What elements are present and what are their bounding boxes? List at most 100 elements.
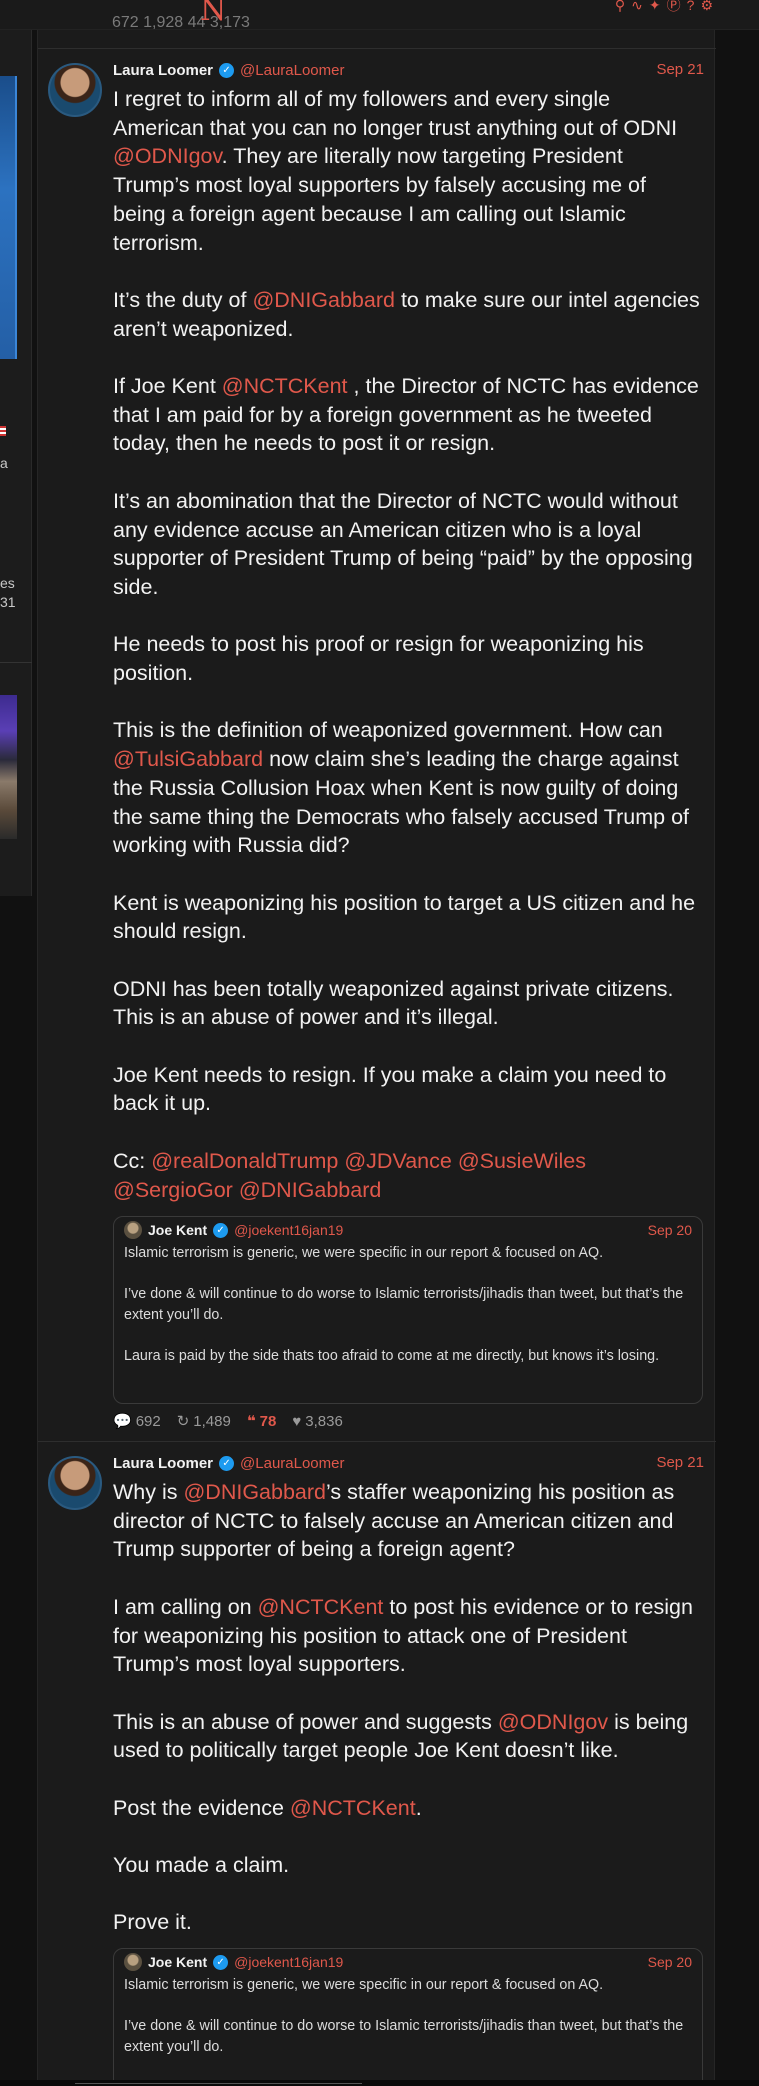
verified-icon: ✓ <box>213 1954 229 1970</box>
mention-link[interactable]: @NCTCKent <box>258 1595 384 1619</box>
post-date[interactable]: Sep 21 <box>656 1454 704 1471</box>
post-paragraph: Post the evidence @NCTCKent. <box>113 1795 422 1820</box>
mention-link[interactable]: @JDVance <box>344 1149 451 1173</box>
post-header: Laura Loomer ✓ @LauraLoomer <box>113 59 344 81</box>
quote-body: Islamic terrorism is generic, we were sp… <box>114 1243 702 1391</box>
sidebar-image[interactable] <box>0 76 17 359</box>
rss-icon[interactable]: ∿ <box>631 0 643 12</box>
quote-paragraph: Laura is paid by the side thats too afra… <box>124 1347 660 1364</box>
post-paragraph: This is an abuse of power and suggests @… <box>113 1709 689 1763</box>
post-stats: 💬 692 ↻ 1,489 ❝ 78 ♥ 3,836 <box>113 1411 343 1431</box>
quote-avatar[interactable] <box>124 1953 142 1971</box>
post-paragraph: I regret to inform all of my followers a… <box>113 87 678 255</box>
quote-header: Joe Kent ✓ @joekent16jan19 Sep 20 <box>114 1217 702 1243</box>
quoted-post[interactable]: Joe Kent ✓ @joekent16jan19 Sep 20 Islami… <box>113 1948 703 2086</box>
gear-icon[interactable]: ⚙ <box>700 0 713 12</box>
likes-stat[interactable]: ♥ 3,836 <box>292 1413 342 1430</box>
sidebar-text-fragment: 31 <box>0 594 16 610</box>
author-name[interactable]: Laura Loomer <box>113 62 213 79</box>
top-icons: ⚲ ∿ ✦ Ⓟ ? ⚙ <box>615 0 713 12</box>
mention-link[interactable]: @DNIGabbard <box>239 1178 382 1202</box>
avatar[interactable] <box>48 63 102 117</box>
mention-link[interactable]: @TulsiGabbard <box>113 747 263 771</box>
verified-icon: ✓ <box>219 62 235 78</box>
mention-link[interactable]: @SergioGor <box>113 1178 233 1202</box>
previous-post-stats: 672 1,928 44 3,173 <box>112 14 250 30</box>
post-header: Laura Loomer ✓ @LauraLoomer <box>113 1452 344 1474</box>
flag-icon <box>0 426 6 436</box>
post-date[interactable]: Sep 21 <box>656 61 704 78</box>
author-name[interactable]: Laura Loomer <box>113 1455 213 1472</box>
post-paragraph: If Joe Kent @NCTCKent , the Director of … <box>113 374 699 456</box>
top-bar: 672 1,928 44 3,173 N ⚲ ∿ ✦ Ⓟ ? ⚙ <box>0 0 759 30</box>
post-paragraph: He needs to post his proof or resign for… <box>113 632 644 685</box>
author-handle[interactable]: @LauraLoomer <box>240 1455 344 1472</box>
post-body: I regret to inform all of my followers a… <box>113 85 703 1233</box>
post-paragraph: Why is @DNIGabbard’s staffer weaponizing… <box>113 1480 675 1562</box>
divider <box>0 662 32 663</box>
quotes-stat[interactable]: ❝ 78 <box>246 1412 277 1431</box>
quote-paragraph: I’ve done & will continue to do worse to… <box>124 2018 684 2055</box>
mention-link[interactable]: @DNIGabbard <box>252 288 395 312</box>
quotes-count: 78 <box>259 1412 277 1430</box>
avatar[interactable] <box>48 1456 102 1510</box>
feed: Laura Loomer ✓ @LauraLoomer Sep 21 I reg… <box>37 30 716 2086</box>
mention-link[interactable]: @NCTCKent <box>222 374 348 398</box>
post-paragraph: You made a claim. <box>113 1853 290 1878</box>
post-paragraph: Kent is weaponizing his position to targ… <box>113 890 696 944</box>
mention-link[interactable]: @ODNIgov <box>113 144 222 168</box>
quote-author-name[interactable]: Joe Kent <box>148 1222 207 1238</box>
heart-icon: ♥ <box>292 1412 302 1430</box>
quote-date[interactable]: Sep 20 <box>648 1954 692 1970</box>
likes-count: 3,836 <box>305 1412 343 1430</box>
quote-author-handle[interactable]: @joekent16jan19 <box>234 1954 343 1970</box>
scroll-indicator <box>75 2083 362 2084</box>
quote-header: Joe Kent ✓ @joekent16jan19 Sep 20 <box>114 1949 702 1975</box>
sidebar-text-fragment: es <box>0 575 15 591</box>
post-paragraph: ODNI has been totally weaponized against… <box>113 976 674 1030</box>
mention-link[interactable]: @NCTCKent <box>290 1796 416 1820</box>
pinterest-icon[interactable]: Ⓟ <box>667 0 681 12</box>
post-paragraph: This is the definition of weaponized gov… <box>113 718 689 858</box>
bottom-bar <box>0 2080 759 2086</box>
post-paragraph: It’s an abomination that the Director of… <box>113 488 693 599</box>
sidebar-image[interactable] <box>0 695 17 839</box>
post-paragraph: Prove it. <box>113 1910 192 1935</box>
quoted-post[interactable]: Joe Kent ✓ @joekent16jan19 Sep 20 Islami… <box>113 1216 703 1404</box>
quote-author-name[interactable]: Joe Kent <box>148 1954 207 1970</box>
post-paragraph: It’s the duty of @DNIGabbard to make sur… <box>113 287 700 341</box>
reposts-stat[interactable]: ↻ 1,489 <box>176 1412 231 1431</box>
quote-paragraph: Islamic terrorism is generic, we were sp… <box>124 1245 604 1261</box>
verified-icon: ✓ <box>213 1222 229 1238</box>
reply-icon: 💬 <box>113 1413 132 1430</box>
post-paragraph: I am calling on @NCTCKent to post his ev… <box>113 1594 693 1677</box>
left-sidebar: a es 31 <box>0 30 32 896</box>
sidebar-text-fragment: a <box>0 455 8 471</box>
twitter-icon[interactable]: ✦ <box>649 0 661 12</box>
mention-link[interactable]: @SusieWiles <box>458 1149 586 1173</box>
quote-icon: ❝ <box>246 1413 256 1430</box>
quote-date[interactable]: Sep 20 <box>648 1222 692 1238</box>
post-body: Why is @DNIGabbard’s staffer weaponizing… <box>113 1478 703 1966</box>
replies-count: 692 <box>135 1412 161 1430</box>
author-handle[interactable]: @LauraLoomer <box>240 62 344 79</box>
quote-paragraph: I’ve done & will continue to do worse to… <box>124 1286 684 1323</box>
site-logo[interactable]: N <box>200 0 226 26</box>
post-paragraph: Cc: @realDonaldTrump @JDVance @SusieWile… <box>113 1148 586 1202</box>
quote-body: Islamic terrorism is generic, we were sp… <box>114 1975 702 2082</box>
quote-author-handle[interactable]: @joekent16jan19 <box>234 1222 343 1238</box>
reposts-count: 1,489 <box>193 1412 231 1430</box>
search-icon[interactable]: ⚲ <box>615 0 625 12</box>
divider <box>38 1441 716 1442</box>
quote-avatar[interactable] <box>124 1221 142 1239</box>
divider <box>38 48 716 49</box>
replies-stat[interactable]: 💬 692 <box>113 1412 161 1431</box>
mention-link[interactable]: @DNIGabbard <box>183 1480 326 1504</box>
quote-paragraph: Islamic terrorism is generic, we were sp… <box>124 1977 604 1993</box>
post-paragraph: Joe Kent needs to resign. If you make a … <box>113 1062 667 1116</box>
help-icon[interactable]: ? <box>687 0 695 12</box>
mention-link[interactable]: @ODNIgov <box>498 1710 608 1734</box>
mention-link[interactable]: @realDonaldTrump <box>151 1149 338 1173</box>
verified-icon: ✓ <box>219 1455 235 1471</box>
repost-icon: ↻ <box>176 1413 190 1430</box>
